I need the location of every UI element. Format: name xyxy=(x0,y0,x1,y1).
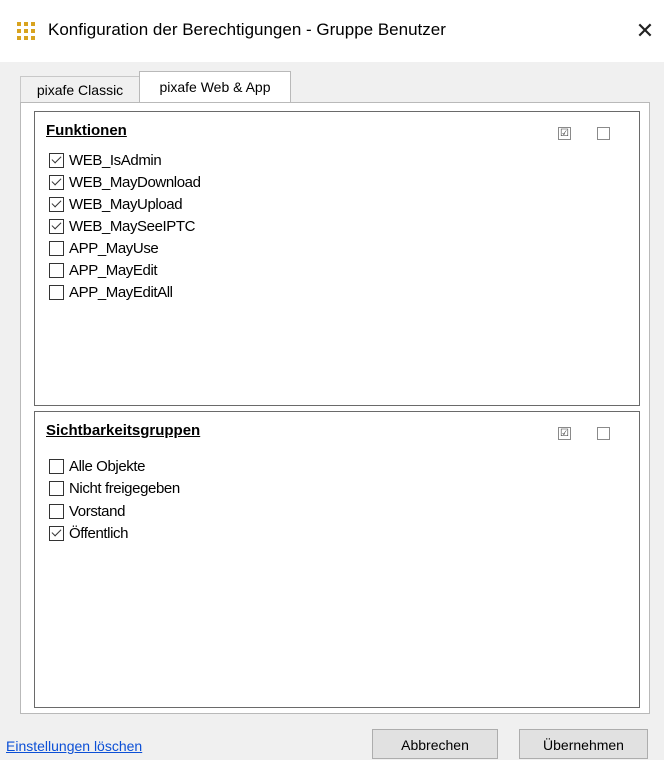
checkbox-checked[interactable] xyxy=(49,152,64,168)
sichtbarkeitsgruppen-list: Alle Objekte Nicht freigegeben Vorstand Öff… xyxy=(49,455,180,545)
cancel-button[interactable]: Abbrechen xyxy=(372,729,498,759)
checkbox-label: APP_MayEditAll xyxy=(69,283,173,301)
checkbox-label: APP_MayUse xyxy=(69,239,159,257)
tab-pixafe-classic[interactable]: pixafe Classic xyxy=(20,76,140,103)
checkbox-label: WEB_MaySeeIPTC xyxy=(69,217,196,235)
checkbox-item[interactable]: APP_MayUse xyxy=(49,237,201,259)
checkbox-item[interactable]: WEB_MaySeeIPTC xyxy=(49,215,201,237)
checkbox-label: Vorstand xyxy=(69,502,126,520)
tab-panel: Funktionen ☑ WEB_IsAdmin WEB_MayDownload W… xyxy=(20,102,650,714)
checkbox-label: WEB_MayUpload xyxy=(69,195,183,213)
checkbox-item[interactable]: Öffentlich xyxy=(49,523,180,546)
checkbox-item[interactable]: Alle Objekte xyxy=(49,455,180,478)
sichtbarkeitsgruppen-section: Sichtbarkeitsgruppen ☑ Alle Objekte Nicht… xyxy=(34,411,640,708)
checkbox-unchecked[interactable] xyxy=(49,284,64,300)
checkbox-label: WEB_IsAdmin xyxy=(69,151,162,169)
checkbox-checked[interactable] xyxy=(49,526,64,542)
checkbox-unchecked[interactable] xyxy=(49,503,64,519)
checkbox-label: APP_MayEdit xyxy=(69,261,158,279)
checkbox-unchecked[interactable] xyxy=(49,458,64,474)
checkbox-item[interactable]: WEB_MayUpload xyxy=(49,193,201,215)
checkbox-unchecked[interactable] xyxy=(49,262,64,278)
close-icon[interactable]: ✕ xyxy=(630,14,660,48)
checkbox-label: Alle Objekte xyxy=(69,457,146,475)
window-title: Konfiguration der Berechtigungen - Grupp… xyxy=(48,20,446,39)
title-bar: Konfiguration der Berechtigungen - Grupp… xyxy=(0,0,664,62)
checkbox-label: Nicht freigegeben xyxy=(69,480,180,498)
checkbox-label: WEB_MayDownload xyxy=(69,173,201,191)
checkbox-item[interactable]: Nicht freigegeben xyxy=(49,478,180,501)
funktionen-section: Funktionen ☑ WEB_IsAdmin WEB_MayDownload W… xyxy=(34,111,640,406)
checkbox-item[interactable]: APP_MayEditAll xyxy=(49,281,201,303)
uncheck-all-icon[interactable] xyxy=(597,427,610,440)
checkbox-unchecked[interactable] xyxy=(49,481,64,497)
check-all-icon[interactable]: ☑ xyxy=(558,127,571,140)
checkbox-checked[interactable] xyxy=(49,174,64,190)
uncheck-all-icon[interactable] xyxy=(597,127,610,140)
reset-settings-link[interactable]: Einstellungen löschen xyxy=(6,738,142,754)
funktionen-list: WEB_IsAdmin WEB_MayDownload WEB_MayUpload W… xyxy=(49,149,201,303)
checkbox-item[interactable]: Vorstand xyxy=(49,500,180,523)
checkbox-item[interactable]: WEB_IsAdmin xyxy=(49,149,201,171)
app-grid-icon xyxy=(17,22,37,42)
check-all-icon[interactable]: ☑ xyxy=(558,427,571,440)
tab-pixafe-web-app[interactable]: pixafe Web & App xyxy=(139,71,291,104)
checkbox-item[interactable]: APP_MayEdit xyxy=(49,259,201,281)
checkbox-unchecked[interactable] xyxy=(49,240,64,256)
checkbox-item[interactable]: WEB_MayDownload xyxy=(49,171,201,193)
checkbox-label: Öffentlich xyxy=(69,525,129,543)
permissions-dialog: Konfiguration der Berechtigungen - Grupp… xyxy=(0,0,664,760)
checkbox-checked[interactable] xyxy=(49,196,64,212)
funktionen-title: Funktionen xyxy=(46,122,127,139)
checkbox-checked[interactable] xyxy=(49,218,64,234)
sichtbarkeitsgruppen-title: Sichtbarkeitsgruppen xyxy=(46,422,201,439)
apply-button[interactable]: Übernehmen xyxy=(519,729,648,759)
